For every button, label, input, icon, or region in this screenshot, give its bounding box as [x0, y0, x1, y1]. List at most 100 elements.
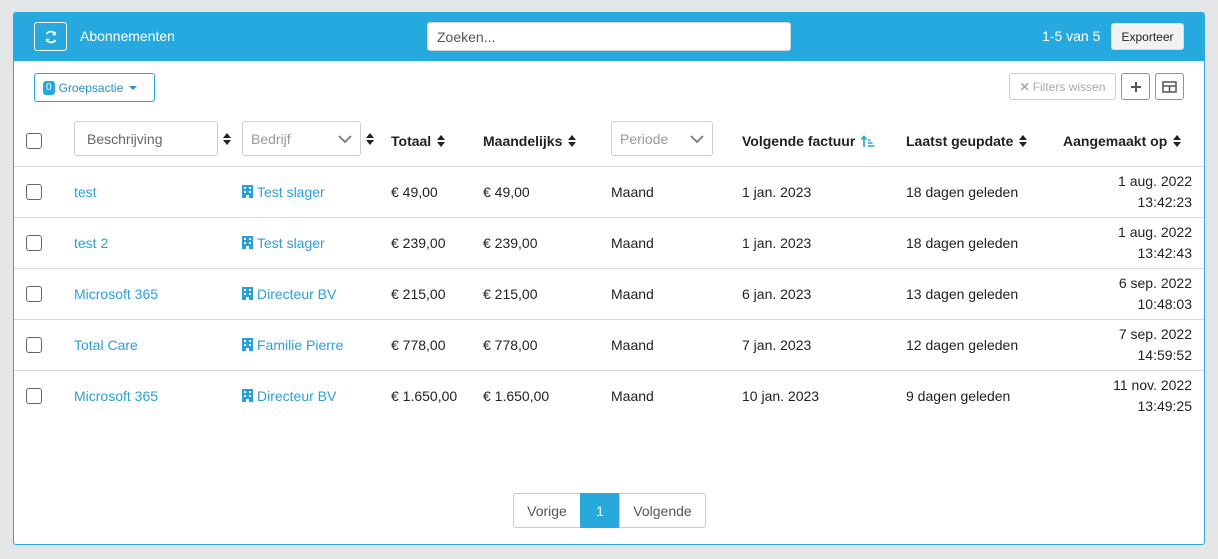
clear-filters-label: Filters wissen: [1032, 79, 1106, 94]
clear-filters-button[interactable]: ✕ Filters wissen: [1009, 73, 1116, 100]
column-header-last-updated[interactable]: Laatst geupdate: [906, 133, 1028, 149]
add-button[interactable]: [1121, 73, 1150, 100]
row-created-at: 7 sep. 2022 14:59:52: [1119, 324, 1192, 366]
row-company-link[interactable]: Directeur BV: [242, 286, 336, 302]
row-company-link[interactable]: Test slager: [242, 184, 325, 200]
plus-icon: [1130, 81, 1141, 92]
export-button[interactable]: Exporteer: [1111, 23, 1184, 50]
sort-icon: [1019, 135, 1028, 147]
row-created-time: 14:59:52: [1137, 347, 1193, 363]
column-header-next-invoice[interactable]: Volgende factuur: [742, 133, 875, 149]
search-input[interactable]: [427, 22, 791, 51]
row-description-link[interactable]: Microsoft 365: [74, 388, 158, 404]
row-last-updated: 12 dagen geleden: [906, 337, 1019, 353]
pagination-prev-button[interactable]: Vorige: [513, 493, 581, 528]
columns-button[interactable]: [1155, 73, 1184, 100]
row-monthly: € 49,00: [483, 184, 530, 200]
select-all-checkbox[interactable]: [26, 133, 42, 149]
column-header-next-invoice-label: Volgende factuur: [742, 133, 856, 149]
group-count-badge: 0: [43, 80, 55, 95]
sort-icon[interactable]: [223, 133, 231, 145]
group-action-label: Groepsactie: [58, 80, 124, 95]
row-next-invoice: 10 jan. 2023: [742, 388, 820, 404]
row-created-at: 1 aug. 2022 13:42:23: [1118, 171, 1192, 213]
result-range: 1-5 van 5: [1042, 28, 1101, 44]
column-header-monthly-label: Maandelijks: [483, 133, 563, 149]
row-total: € 239,00: [391, 235, 446, 251]
row-next-invoice: 7 jan. 2023: [742, 337, 812, 353]
period-filter-select[interactable]: Periode: [611, 121, 713, 156]
row-period: Maand: [611, 184, 654, 200]
row-created-at: 11 nov. 2022 13:49:25: [1113, 375, 1192, 417]
row-period: Maand: [611, 337, 654, 353]
row-monthly: € 778,00: [483, 337, 538, 353]
row-description-link[interactable]: Microsoft 365: [74, 286, 158, 302]
row-created-at: 1 aug. 2022 13:42:43: [1118, 222, 1192, 264]
row-description-link[interactable]: test 2: [74, 235, 108, 251]
description-filter-input[interactable]: [74, 121, 218, 156]
period-filter-label: Periode: [620, 130, 669, 147]
column-header-created-at[interactable]: Aangemaakt op: [1063, 133, 1182, 149]
row-last-updated: 13 dagen geleden: [906, 286, 1019, 302]
row-created-time: 13:49:25: [1137, 398, 1193, 414]
page-title: Abonnementen: [80, 28, 175, 44]
sort-icon: [568, 135, 577, 147]
row-company-label: Directeur BV: [257, 286, 337, 302]
row-company-label: Directeur BV: [257, 388, 337, 404]
subscriptions-panel: Abonnementen 1-5 van 5 Exporteer 0 Groep…: [13, 12, 1205, 545]
row-created-date: 1 aug. 2022: [1118, 173, 1192, 189]
row-company-label: Test slager: [257, 184, 325, 200]
row-company-label: Familie Pierre: [257, 337, 344, 353]
group-action-button[interactable]: 0 Groepsactie: [34, 73, 155, 102]
row-divider: [14, 319, 1204, 320]
row-next-invoice: 1 jan. 2023: [742, 235, 812, 251]
row-checkbox[interactable]: [26, 286, 42, 302]
chevron-down-icon: [338, 135, 352, 144]
chevron-down-icon: [690, 135, 704, 144]
column-header-monthly[interactable]: Maandelijks: [483, 133, 577, 149]
top-bar: Abonnementen 1-5 van 5 Exporteer: [14, 13, 1204, 61]
row-created-date: 1 aug. 2022: [1118, 224, 1192, 240]
row-checkbox[interactable]: [26, 388, 42, 404]
column-header-total[interactable]: Totaal: [391, 133, 446, 149]
row-checkbox[interactable]: [26, 337, 42, 353]
row-company-link[interactable]: Familie Pierre: [242, 337, 343, 353]
row-last-updated: 18 dagen geleden: [906, 184, 1019, 200]
pagination-page-1[interactable]: 1: [580, 493, 620, 528]
sort-icon[interactable]: [366, 133, 374, 145]
row-last-updated: 18 dagen geleden: [906, 235, 1019, 251]
building-icon: [242, 236, 253, 249]
row-company-link[interactable]: Directeur BV: [242, 388, 336, 404]
company-filter-select[interactable]: Bedrijf: [242, 121, 361, 156]
building-icon: [242, 389, 253, 402]
row-created-date: 11 nov. 2022: [1113, 377, 1192, 393]
row-divider: [14, 166, 1204, 167]
refresh-button[interactable]: [34, 22, 67, 51]
row-description-link[interactable]: Total Care: [74, 337, 138, 353]
row-period: Maand: [611, 235, 654, 251]
building-icon: [242, 287, 253, 300]
row-description-link[interactable]: test: [74, 184, 97, 200]
row-created-date: 7 sep. 2022: [1118, 326, 1192, 342]
row-created-time: 10:48:03: [1137, 296, 1193, 312]
close-icon: ✕: [1019, 79, 1030, 94]
row-next-invoice: 6 jan. 2023: [742, 286, 812, 302]
row-checkbox[interactable]: [26, 235, 42, 251]
company-filter-label: Bedrijf: [251, 130, 291, 147]
column-header-total-label: Totaal: [391, 133, 432, 149]
table-columns-icon: [1162, 80, 1177, 93]
caret-down-icon: [129, 85, 138, 90]
row-company-link[interactable]: Test slager: [242, 235, 325, 251]
row-last-updated: 9 dagen geleden: [906, 388, 1011, 404]
row-checkbox[interactable]: [26, 184, 42, 200]
row-monthly: € 1.650,00: [483, 388, 550, 404]
row-monthly: € 215,00: [483, 286, 538, 302]
row-divider: [14, 217, 1204, 218]
row-divider: [14, 370, 1204, 371]
sort-icon: [437, 135, 446, 147]
row-period: Maand: [611, 286, 654, 302]
pagination-next-button[interactable]: Volgende: [619, 493, 706, 528]
row-created-date: 6 sep. 2022: [1118, 275, 1192, 291]
building-icon: [242, 185, 253, 198]
row-total: € 778,00: [391, 337, 446, 353]
